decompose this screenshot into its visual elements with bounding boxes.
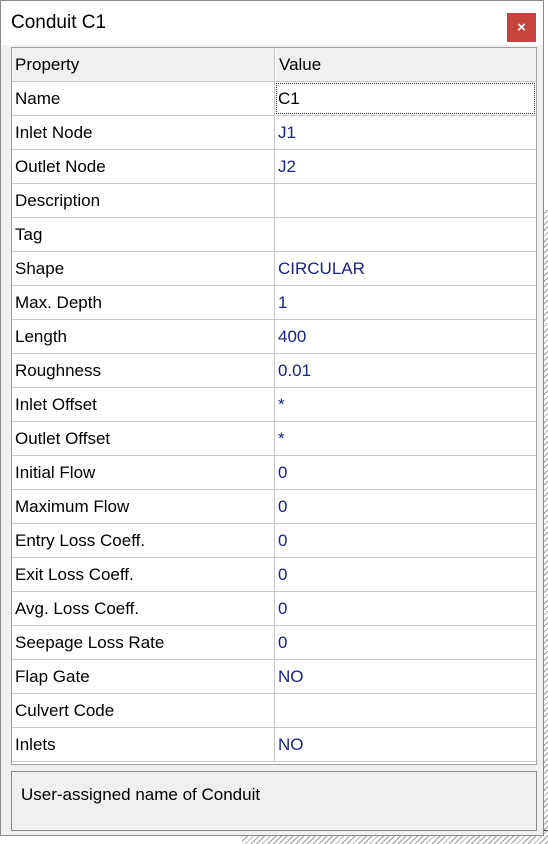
table-row[interactable]: Outlet Node J2	[12, 150, 536, 184]
description-panel: User-assigned name of Conduit	[11, 771, 537, 831]
property-name-cell[interactable]: Inlets	[12, 728, 275, 761]
property-name-cell[interactable]: Exit Loss Coeff.	[12, 558, 275, 591]
table-row[interactable]: Culvert Code	[12, 694, 536, 728]
table-row[interactable]: Name C1	[12, 82, 536, 116]
table-row[interactable]: Length 400	[12, 320, 536, 354]
property-grid: Property Value Name C1 Inlet Node J1 Outlet …	[11, 47, 537, 765]
description-text: User-assigned name of Conduit	[21, 785, 261, 804]
property-name-cell[interactable]: Initial Flow	[12, 456, 275, 489]
property-name-cell[interactable]: Roughness	[12, 354, 275, 387]
close-icon: ×	[517, 19, 526, 36]
property-name-cell[interactable]: Seepage Loss Rate	[12, 626, 275, 659]
property-value-cell[interactable]: *	[275, 388, 536, 421]
table-row[interactable]: Max. Depth 1	[12, 286, 536, 320]
table-row[interactable]: Avg. Loss Coeff. 0	[12, 592, 536, 626]
property-value-cell[interactable]: J1	[275, 116, 536, 149]
window-title: Conduit C1	[11, 12, 107, 33]
table-row[interactable]: Initial Flow 0	[12, 456, 536, 490]
table-row[interactable]: Inlets NO	[12, 728, 536, 762]
title-bar[interactable]: Conduit C1 ×	[1, 1, 543, 45]
table-row[interactable]: Tag	[12, 218, 536, 252]
property-value-cell[interactable]: 1	[275, 286, 536, 319]
table-row[interactable]: Shape CIRCULAR	[12, 252, 536, 286]
table-row[interactable]: Maximum Flow 0	[12, 490, 536, 524]
table-row[interactable]: Description	[12, 184, 536, 218]
grid-header-row: Property Value	[12, 48, 536, 82]
property-name-cell[interactable]: Maximum Flow	[12, 490, 275, 523]
property-value-cell[interactable]: 0.01	[275, 354, 536, 387]
table-row[interactable]: Entry Loss Coeff. 0	[12, 524, 536, 558]
property-value-cell[interactable]	[275, 184, 536, 217]
table-row[interactable]: Seepage Loss Rate 0	[12, 626, 536, 660]
property-name-cell[interactable]: Inlet Offset	[12, 388, 275, 421]
property-name-cell[interactable]: Inlet Node	[12, 116, 275, 149]
property-column-header: Property	[12, 48, 275, 81]
table-row[interactable]: Inlet Node J1	[12, 116, 536, 150]
property-value-cell[interactable]: 0	[275, 592, 536, 625]
close-button[interactable]: ×	[507, 13, 536, 42]
property-value-cell[interactable]: 0	[275, 524, 536, 557]
value-column-header: Value	[275, 48, 536, 81]
property-name-cell[interactable]: Outlet Offset	[12, 422, 275, 455]
property-name-cell[interactable]: Tag	[12, 218, 275, 251]
property-name-cell[interactable]: Flap Gate	[12, 660, 275, 693]
property-name-cell[interactable]: Culvert Code	[12, 694, 275, 727]
property-value-cell[interactable]: 0	[275, 558, 536, 591]
property-value-cell[interactable]	[275, 694, 536, 727]
property-value-cell[interactable]: *	[275, 422, 536, 455]
property-value-cell[interactable]: NO	[275, 660, 536, 693]
property-value-cell[interactable]: 0	[275, 490, 536, 523]
table-row[interactable]: Exit Loss Coeff. 0	[12, 558, 536, 592]
table-row[interactable]: Roughness 0.01	[12, 354, 536, 388]
property-value-cell[interactable]: NO	[275, 728, 536, 761]
property-name-cell[interactable]: Description	[12, 184, 275, 217]
property-name-cell[interactable]: Entry Loss Coeff.	[12, 524, 275, 557]
property-value-cell[interactable]	[275, 218, 536, 251]
property-value-cell[interactable]: CIRCULAR	[275, 252, 536, 285]
table-row[interactable]: Outlet Offset *	[12, 422, 536, 456]
property-name-cell[interactable]: Name	[12, 82, 275, 115]
grid-rows: Name C1 Inlet Node J1 Outlet Node J2 Descripti…	[12, 82, 536, 762]
property-value-cell[interactable]: 400	[275, 320, 536, 353]
property-name-cell[interactable]: Max. Depth	[12, 286, 275, 319]
property-value-cell[interactable]: C1	[275, 82, 536, 115]
property-value-cell[interactable]: J2	[275, 150, 536, 183]
table-row[interactable]: Flap Gate NO	[12, 660, 536, 694]
property-name-cell[interactable]: Outlet Node	[12, 150, 275, 183]
property-editor-window: Conduit C1 × Property Value Name C1 Inlet …	[0, 0, 544, 836]
property-name-cell[interactable]: Avg. Loss Coeff.	[12, 592, 275, 625]
property-name-cell[interactable]: Length	[12, 320, 275, 353]
property-value-cell[interactable]: 0	[275, 456, 536, 489]
property-value-cell[interactable]: 0	[275, 626, 536, 659]
property-name-cell[interactable]: Shape	[12, 252, 275, 285]
table-row[interactable]: Inlet Offset *	[12, 388, 536, 422]
